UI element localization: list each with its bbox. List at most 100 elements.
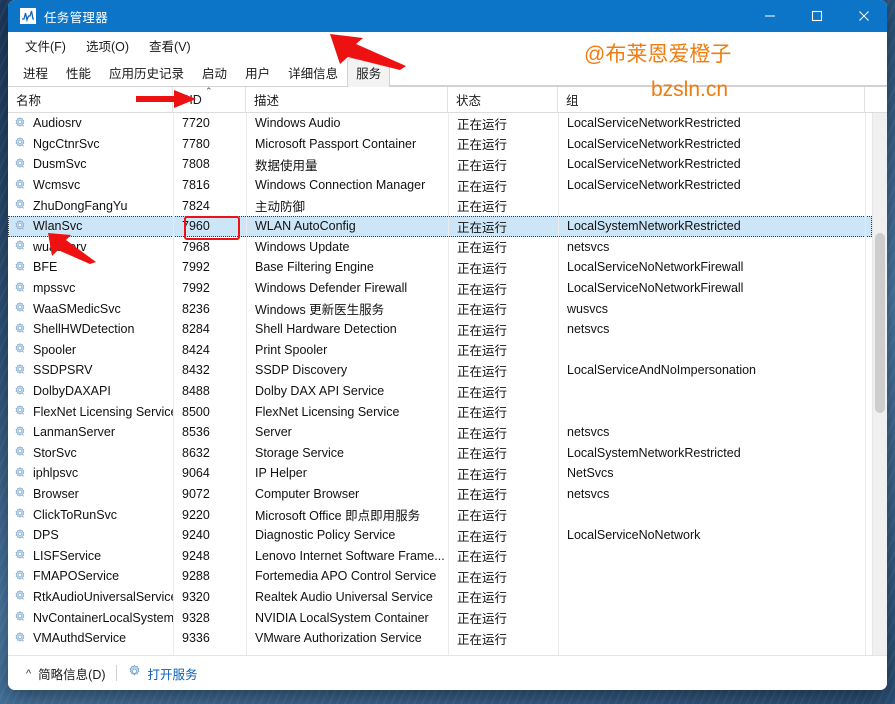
table-column-headers: 名称 PID ⌃ 描述 状态 组 bbox=[8, 87, 887, 113]
sort-ascending-icon: ⌃ bbox=[205, 86, 213, 96]
service-gear-icon bbox=[13, 507, 28, 522]
table-row[interactable]: BFE 7992 Base Filtering Engine 正在运行 LocalSer… bbox=[8, 257, 872, 278]
tab-users[interactable]: 用户 bbox=[236, 58, 279, 87]
cell-group bbox=[559, 608, 866, 627]
cell-group: LocalSystemNetworkRestricted bbox=[567, 445, 741, 460]
title-bar: 任务管理器 bbox=[8, 0, 887, 32]
cell-description: FlexNet Licensing Service bbox=[255, 404, 400, 419]
table-row[interactable]: Audiosrv 7720 Windows Audio 正在运行 LocalServic… bbox=[8, 113, 872, 134]
cell-group bbox=[559, 382, 866, 401]
table-row[interactable]: FlexNet Licensing Service 8500 FlexNet Lic… bbox=[8, 401, 872, 422]
menu-item-file[interactable]: 文件(F) bbox=[16, 33, 75, 58]
maximize-button[interactable] bbox=[793, 0, 840, 32]
cell-status: 正在运行 bbox=[457, 364, 508, 379]
tab-details[interactable]: 详细信息 bbox=[279, 58, 347, 87]
menu-item-options[interactable]: 选项(O) bbox=[77, 33, 138, 58]
cell-service-name: FMAPOService bbox=[9, 567, 174, 586]
table-row[interactable]: FMAPOService 9288 Fortemedia APO Control S… bbox=[8, 566, 872, 587]
table-row[interactable]: Browser 9072 Computer Browser 正在运行 netsvcs bbox=[8, 484, 872, 505]
cell-service-name: WaaSMedicSvc bbox=[9, 299, 174, 318]
tab-app-history[interactable]: 应用历史记录 bbox=[100, 58, 193, 87]
cell-group: LocalServiceNoNetworkFirewall bbox=[567, 281, 744, 296]
cell-pid: 8536 bbox=[182, 425, 210, 440]
table-row[interactable]: mpssvc 7992 Windows Defender Firewall 正在运行 L… bbox=[8, 278, 872, 299]
cell-group: netsvcs bbox=[567, 239, 610, 254]
table-row[interactable]: iphlpsvc 9064 IP Helper 正在运行 NetSvcs bbox=[8, 463, 872, 484]
table-row[interactable]: StorSvc 8632 Storage Service 正在运行 LocalSyste… bbox=[8, 443, 872, 464]
table-row[interactable]: DolbyDAXAPI 8488 Dolby DAX API Service 正在运行 bbox=[8, 381, 872, 402]
scrollbar-thumb[interactable] bbox=[875, 233, 885, 413]
table-row[interactable]: ClickToRunSvc 9220 Microsoft Office 即点即用服务… bbox=[8, 504, 872, 525]
cell-pid: 8500 bbox=[182, 404, 210, 419]
services-list[interactable]: Audiosrv 7720 Windows Audio 正在运行 LocalServic… bbox=[8, 113, 887, 655]
cell-service-name: NgcCtnrSvc bbox=[9, 135, 174, 154]
table-row[interactable]: SSDPSRV 8432 SSDP Discovery 正在运行 LocalServic… bbox=[8, 360, 872, 381]
service-name-label: SSDPSRV bbox=[33, 363, 93, 378]
table-row[interactable]: LanmanServer 8536 Server 正在运行 netsvcs bbox=[8, 422, 872, 443]
cell-description: Diagnostic Policy Service bbox=[255, 528, 396, 543]
cell-description: Windows Audio bbox=[255, 116, 341, 131]
cell-description: Dolby DAX API Service bbox=[255, 384, 385, 399]
cell-status: 正在运行 bbox=[457, 612, 508, 627]
column-header-pid[interactable]: PID ⌃ bbox=[173, 87, 246, 112]
service-gear-icon bbox=[13, 548, 28, 563]
cell-group bbox=[559, 567, 866, 586]
cell-description: Realtek Audio Universal Service bbox=[255, 589, 433, 604]
service-gear-icon bbox=[13, 631, 28, 646]
fewer-details-button[interactable]: ^ 简略信息(D) bbox=[26, 664, 106, 683]
cell-service-name: ClickToRunSvc bbox=[9, 505, 174, 524]
cell-status: 正在运行 bbox=[457, 303, 508, 318]
table-row[interactable]: DPS 9240 Diagnostic Policy Service 正在运行 Loca… bbox=[8, 525, 872, 546]
column-header-group[interactable]: 组 bbox=[558, 87, 865, 112]
table-row[interactable]: LISFService 9248 Lenovo Internet Software … bbox=[8, 545, 872, 566]
minimize-button[interactable] bbox=[746, 0, 793, 32]
cell-description: Windows 更新医生服务 bbox=[255, 303, 385, 318]
table-row[interactable]: ShellHWDetection 8284 Shell Hardware Detec… bbox=[8, 319, 872, 340]
cell-description: Fortemedia APO Control Service bbox=[255, 569, 437, 584]
vertical-scrollbar[interactable] bbox=[872, 113, 887, 655]
table-row[interactable]: WaaSMedicSvc 8236 Windows 更新医生服务 正在运行 wusvcs bbox=[8, 298, 872, 319]
cell-pid: 7824 bbox=[182, 198, 210, 213]
tab-startup[interactable]: 启动 bbox=[193, 58, 236, 87]
service-name-label: FlexNet Licensing Service bbox=[33, 404, 174, 419]
service-name-label: Audiosrv bbox=[33, 116, 82, 131]
table-row[interactable]: NvContainerLocalSystem 9328 NVIDIA LocalSy… bbox=[8, 607, 872, 628]
cell-description: Print Spooler bbox=[255, 342, 328, 357]
table-row[interactable]: Wcmsvc 7816 Windows Connection Manager 正在运行… bbox=[8, 175, 872, 196]
cell-service-name: Audiosrv bbox=[9, 114, 174, 133]
services-rows-container: Audiosrv 7720 Windows Audio 正在运行 LocalServic… bbox=[8, 113, 872, 655]
column-header-description[interactable]: 描述 bbox=[246, 87, 448, 112]
table-row[interactable]: wuauserv 7968 Windows Update 正在运行 netsvcs bbox=[8, 237, 872, 258]
cell-pid: 9288 bbox=[182, 569, 210, 584]
table-row[interactable]: WlanSvc 7960 WLAN AutoConfig 正在运行 LocalSyste… bbox=[8, 215, 872, 237]
cell-service-name: Spooler bbox=[9, 341, 174, 360]
close-button[interactable] bbox=[840, 0, 887, 32]
table-row[interactable]: NgcCtnrSvc 7780 Microsoft Passport Contain… bbox=[8, 134, 872, 155]
column-header-status[interactable]: 状态 bbox=[448, 87, 558, 112]
open-services-button[interactable]: 打开服务 bbox=[127, 664, 198, 683]
table-row[interactable]: RtkAudioUniversalService 9320 Realtek Audi… bbox=[8, 587, 872, 608]
cell-description: Windows Defender Firewall bbox=[255, 281, 408, 296]
cell-pid: 7780 bbox=[182, 136, 210, 151]
cell-status: 正在运行 bbox=[457, 467, 508, 482]
cell-group: NetSvcs bbox=[567, 466, 614, 481]
table-row[interactable]: ZhuDongFangYu 7824 主动防御 正在运行 bbox=[8, 195, 872, 216]
service-gear-icon bbox=[13, 198, 28, 213]
tab-performance[interactable]: 性能 bbox=[57, 58, 100, 87]
service-gear-icon bbox=[13, 384, 28, 399]
cell-status: 正在运行 bbox=[457, 385, 508, 400]
cell-description: Windows Connection Manager bbox=[255, 178, 426, 193]
title-bar-left: 任务管理器 bbox=[8, 7, 108, 26]
menu-item-view[interactable]: 查看(V) bbox=[140, 33, 200, 58]
tab-processes[interactable]: 进程 bbox=[14, 58, 57, 87]
tab-services[interactable]: 服务 bbox=[347, 58, 391, 87]
column-header-name[interactable]: 名称 bbox=[8, 87, 173, 112]
cell-service-name: BFE bbox=[9, 258, 174, 277]
service-gear-icon bbox=[13, 342, 28, 357]
table-row[interactable]: DusmSvc 7808 数据使用量 正在运行 LocalServiceNetworkR… bbox=[8, 154, 872, 175]
cell-group: LocalServiceNoNetwork bbox=[567, 528, 701, 543]
cell-status: 正在运行 bbox=[457, 158, 508, 173]
cell-pid: 8284 bbox=[182, 322, 210, 337]
table-row[interactable]: Spooler 8424 Print Spooler 正在运行 bbox=[8, 340, 872, 361]
table-row[interactable]: VMAuthdService 9336 VMware Authorization S… bbox=[8, 628, 872, 649]
